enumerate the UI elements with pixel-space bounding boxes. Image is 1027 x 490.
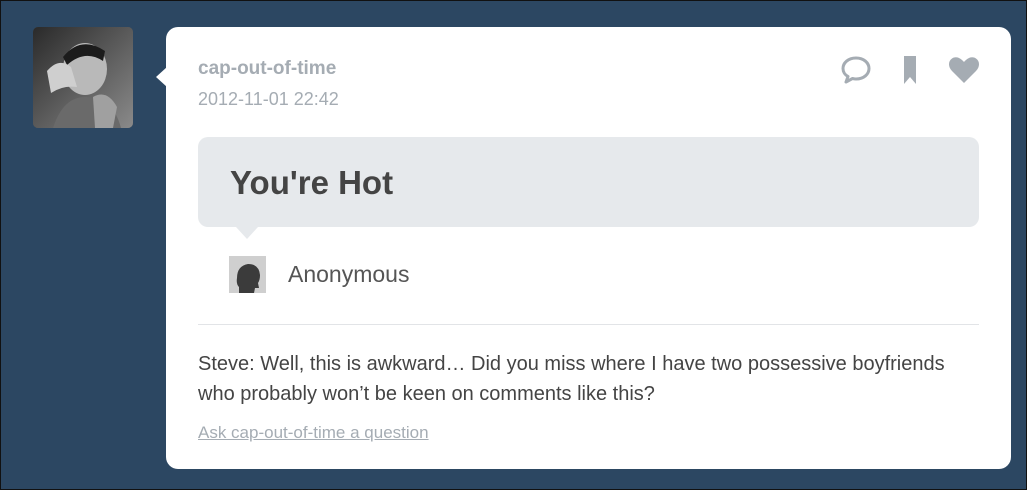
post-actions [839, 53, 981, 87]
question-bubble: You're Hot [198, 137, 979, 239]
post-card: cap-out-of-time 2012-11-01 22:42 You're … [166, 27, 1011, 469]
asker-name: Anonymous [288, 261, 410, 287]
question-bubble-tail [236, 227, 258, 239]
asker: Anonymous [229, 256, 409, 293]
ask-question-link[interactable]: Ask cap-out-of-time a question [198, 423, 429, 443]
anonymous-avatar-icon [229, 256, 266, 293]
blog-name-link[interactable]: cap-out-of-time [198, 58, 336, 80]
question-text: You're Hot [230, 164, 394, 201]
blog-avatar-image [33, 27, 133, 128]
answer-text: Steve: Well, this is awkward… Did you mi… [198, 353, 945, 405]
post-date: 2012-11-01 22:42 [198, 89, 339, 109]
blog-avatar[interactable] [33, 27, 133, 128]
like-button[interactable] [947, 53, 981, 87]
reply-button[interactable] [839, 53, 873, 87]
bookmark-button[interactable] [893, 53, 927, 87]
heart-icon [949, 57, 979, 83]
divider [198, 324, 979, 325]
bookmark-icon [904, 56, 916, 84]
speech-bubble-icon [841, 56, 871, 84]
